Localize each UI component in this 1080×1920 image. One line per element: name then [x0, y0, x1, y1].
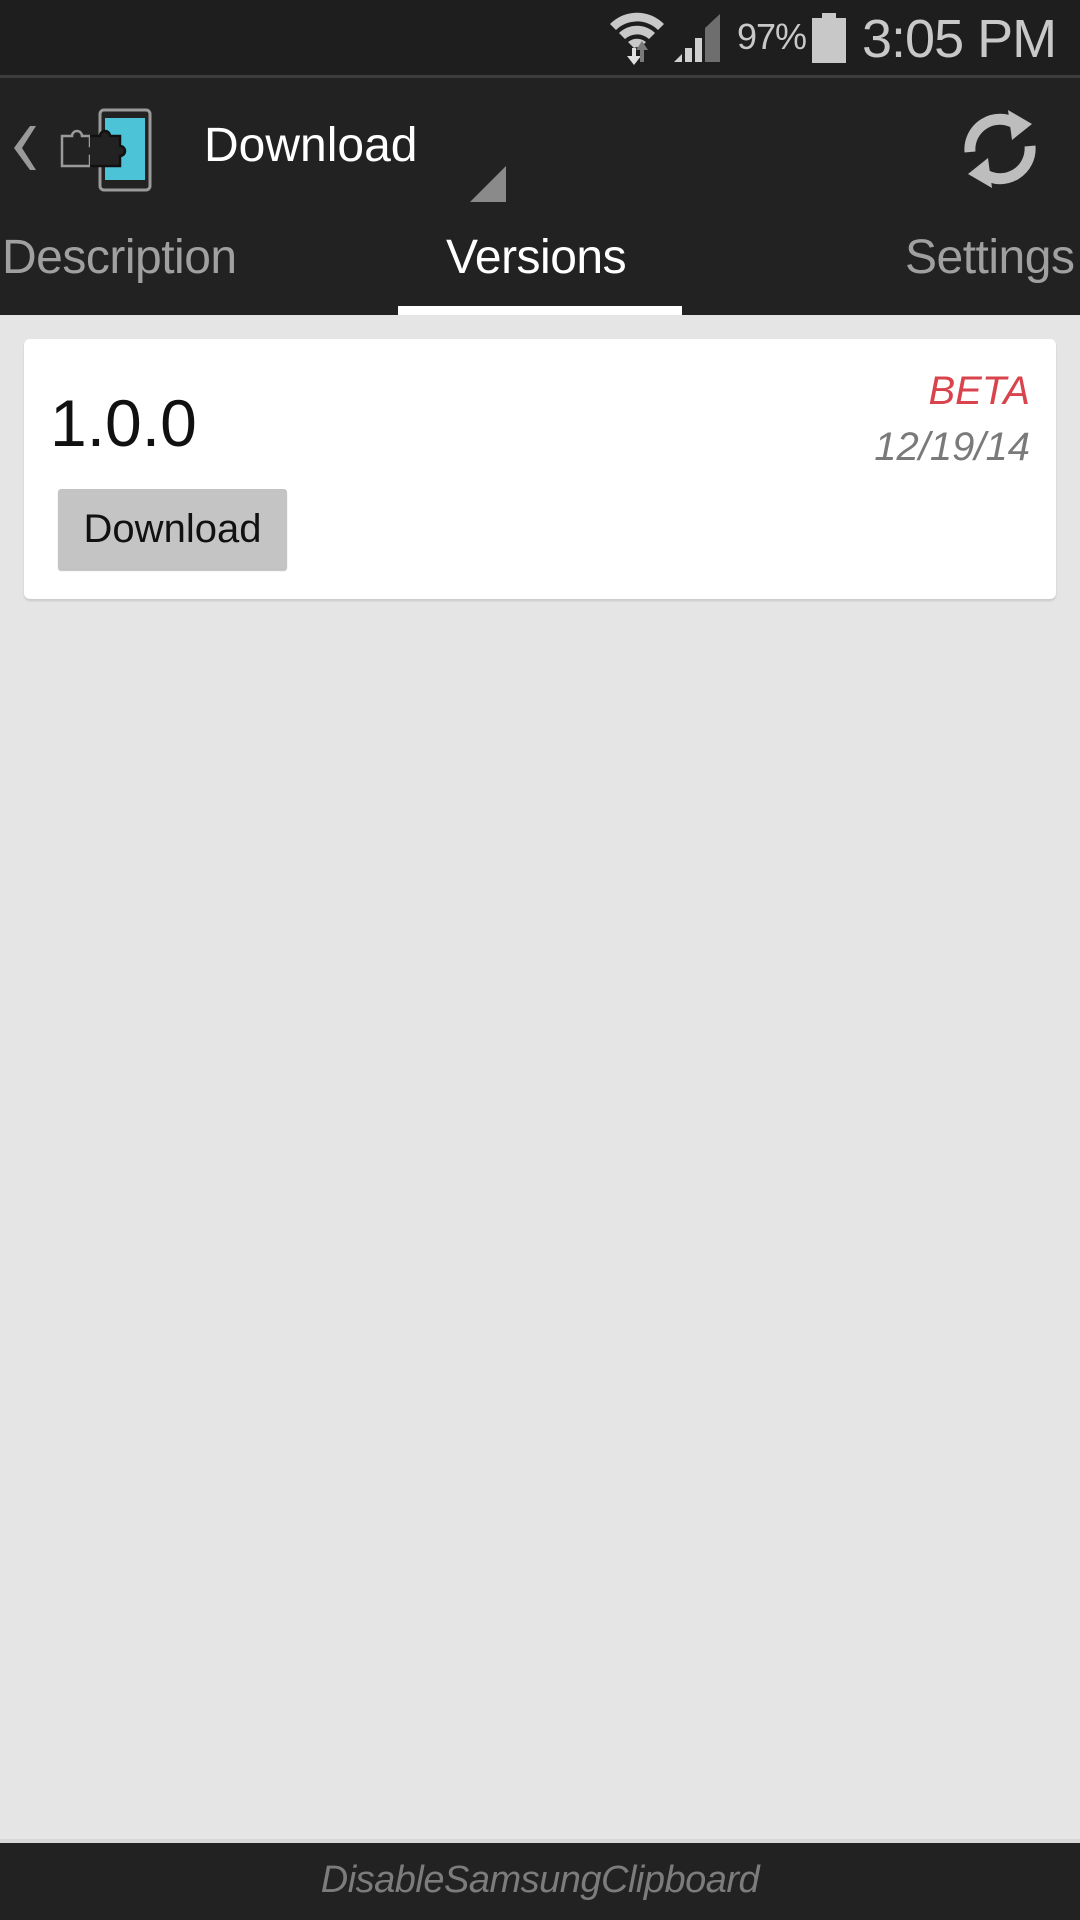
- module-spinner[interactable]: Download: [180, 78, 520, 210]
- tab-settings[interactable]: Settings: [905, 230, 1075, 285]
- refresh-icon[interactable]: [950, 104, 1050, 194]
- status-bar: 97% 3:05 PM: [0, 0, 1080, 75]
- release-date: 12/19/14: [874, 425, 1030, 469]
- battery-icon: [812, 13, 846, 63]
- tab-description[interactable]: Description: [2, 230, 237, 285]
- back-chevron-icon: [14, 126, 36, 170]
- active-tab-indicator: [398, 306, 682, 315]
- version-card: 1.0.0 BETA 12/19/14 Download: [24, 339, 1056, 599]
- download-button[interactable]: Download: [58, 489, 287, 569]
- spinner-arrow-icon: [470, 166, 506, 202]
- clock: 3:05 PM: [862, 9, 1057, 69]
- wifi-icon: [610, 12, 664, 65]
- module-name: DisableSamsungClipboard: [320, 1859, 760, 1901]
- module-footer: DisableSamsungClipboard: [0, 1839, 1080, 1920]
- signal-icon: [674, 14, 720, 62]
- release-channel-badge: BETA: [928, 369, 1030, 413]
- battery-percent: 97%: [737, 16, 807, 57]
- action-bar: Download: [0, 78, 1080, 210]
- up-navigation[interactable]: [0, 78, 170, 210]
- version-number: 1.0.0: [50, 386, 197, 460]
- tab-bar: Description Versions Settings: [0, 210, 1080, 315]
- app-puzzle-phone-icon: [60, 108, 152, 192]
- action-bar-title: Download: [204, 119, 418, 172]
- tab-versions[interactable]: Versions: [446, 230, 627, 285]
